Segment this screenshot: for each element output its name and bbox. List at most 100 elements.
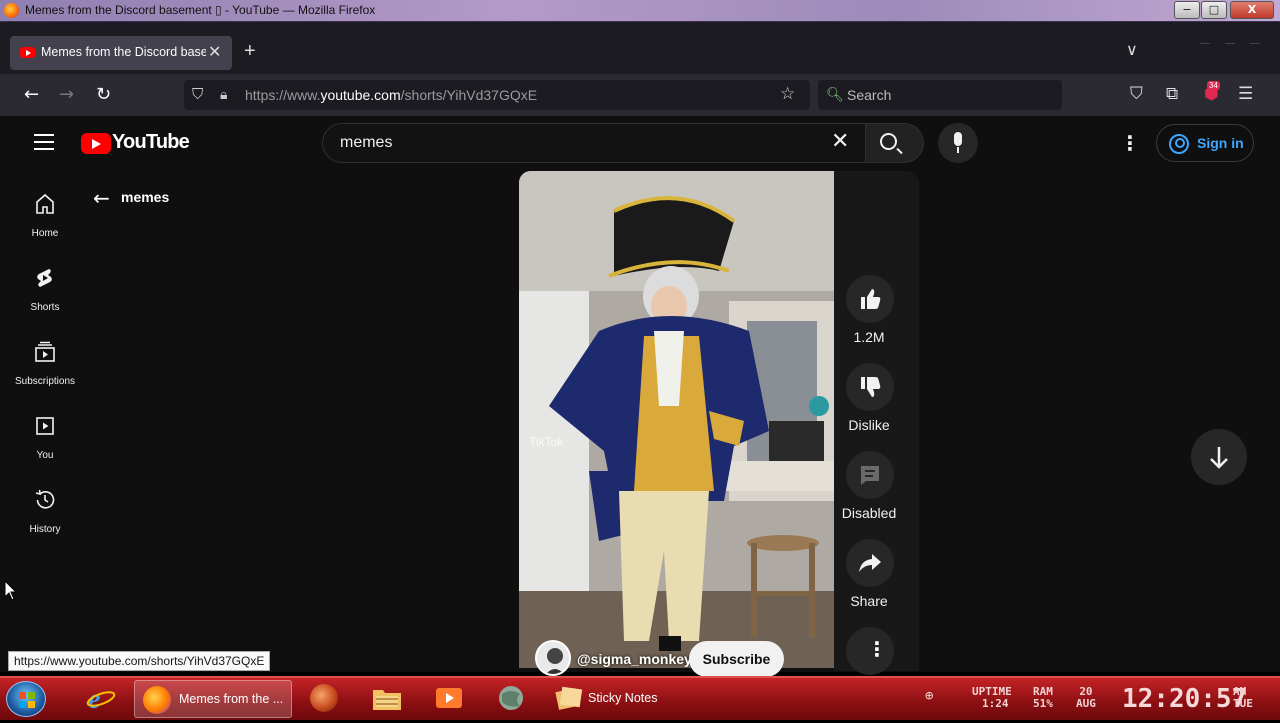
ram-value: 51% <box>1033 697 1053 710</box>
firefox-icon <box>4 3 19 18</box>
firefox-icon <box>143 686 171 714</box>
tab-close-icon[interactable]: ✕ <box>208 42 221 62</box>
shorts-video-player[interactable]: TikTok <box>519 171 834 668</box>
extension-badge: 34 <box>1207 81 1220 90</box>
youtube-logo-icon[interactable] <box>81 133 111 154</box>
guide-menu-icon[interactable] <box>34 134 54 150</box>
sidebar-item-home[interactable]: Home <box>0 182 90 252</box>
subscriptions-icon <box>33 340 57 364</box>
channel-avatar[interactable] <box>535 640 571 676</box>
tracking-shield-icon[interactable]: ⛉ <box>192 86 203 103</box>
url-text[interactable]: https://www.youtube.com/shorts/YihVd37GQ… <box>245 87 537 103</box>
window-titlebar[interactable]: Memes from the Discord basement ▯ - YouT… <box>0 0 1280 22</box>
search-button[interactable] <box>866 123 924 163</box>
clear-search-icon[interactable]: ✕ <box>831 129 849 154</box>
share-button[interactable] <box>846 539 894 587</box>
more-actions-button[interactable]: ⋮ <box>846 627 894 675</box>
account-icon <box>1169 134 1189 154</box>
pocket-icon[interactable]: ⛉ <box>1130 84 1143 104</box>
sidebar-item-label: History <box>29 524 61 535</box>
youtube-search-input[interactable]: memes ✕ <box>322 123 866 163</box>
tab-title: Memes from the Discord basem <box>41 45 206 59</box>
sign-in-label: Sign in <box>1197 135 1244 151</box>
address-bar[interactable]: ⛉ 🔒︎ https://www.youtube.com/shorts/YihV… <box>184 80 810 110</box>
channel-name[interactable]: @sigma_monkey <box>577 651 692 667</box>
ram-widget: RAM 51% <box>1033 686 1053 710</box>
video-player-icon[interactable] <box>434 684 464 712</box>
dislike-label: Dislike <box>848 417 890 433</box>
app-menu-icon[interactable]: ☰ <box>1238 84 1253 104</box>
bookmark-star-icon[interactable]: ☆ <box>780 84 795 104</box>
sidebar-item-label: Shorts <box>30 302 60 313</box>
sticky-notes-icon[interactable] <box>554 684 584 712</box>
sidebar-item-shorts[interactable]: Shorts <box>0 256 90 326</box>
new-tab-button[interactable]: + <box>244 40 256 63</box>
sidebar-item-history[interactable]: History <box>0 478 90 548</box>
maximize-button[interactable]: □ <box>1201 1 1227 19</box>
settings-kebab-icon[interactable]: ⋮ <box>1120 131 1140 156</box>
mouse-cursor-icon <box>4 580 18 601</box>
search-engine-icon: 🔍︎ <box>826 86 844 102</box>
url-domain: youtube.com <box>320 87 401 103</box>
comment-icon <box>861 466 879 485</box>
media-player-icon[interactable] <box>310 684 340 712</box>
video-frame: TikTok <box>519 171 834 668</box>
share-icon <box>859 554 881 572</box>
sidebar-item-label: Subscriptions <box>14 376 76 387</box>
sidebar-item-subscriptions[interactable]: Subscriptions <box>0 330 90 400</box>
network-globe-icon[interactable] <box>496 684 526 712</box>
sidebar-item-you[interactable]: You <box>0 404 90 474</box>
subscribe-button[interactable]: Subscribe <box>689 641 784 677</box>
close-button[interactable]: X <box>1230 1 1274 19</box>
lock-icon[interactable]: 🔒︎ <box>220 86 227 103</box>
forward-arrow-icon[interactable]: → <box>59 84 74 105</box>
back-arrow-icon[interactable]: ← <box>24 84 39 105</box>
tiktok-watermark: TikTok <box>529 435 564 449</box>
sidebar-item-label: You <box>36 450 54 461</box>
uptime-value: 1:24 <box>982 697 1009 710</box>
windows-logo-icon <box>19 692 35 708</box>
search-icon <box>880 133 897 150</box>
taskbar-item-firefox[interactable]: Memes from the ... <box>134 680 292 718</box>
minimize-button[interactable]: − <box>1174 1 1200 19</box>
clock-suffix: AM TUE <box>1233 686 1253 710</box>
clock[interactable]: 12:20:57 <box>1122 684 1247 714</box>
url-path: /shorts/YihVd37GQxE <box>400 87 538 103</box>
share-label: Share <box>850 593 888 609</box>
extensions-puzzle-icon[interactable]: ⧉ <box>1166 84 1178 104</box>
window-title: Memes from the Discord basement ▯ - YouT… <box>25 3 376 17</box>
taskbar-item-label: Sticky Notes <box>588 691 658 705</box>
youtube-logo-text[interactable]: YouTube <box>112 131 190 154</box>
comments-label: Disabled <box>841 505 897 521</box>
date-month: AUG <box>1076 697 1096 710</box>
search-placeholder: Search <box>847 87 892 103</box>
shorts-icon <box>33 266 57 290</box>
thumbs-up-icon <box>861 289 881 309</box>
back-to-search-label[interactable]: memes <box>121 189 169 205</box>
taskbar-item-label: Memes from the ... <box>179 692 284 706</box>
history-icon <box>33 488 57 512</box>
faint-dash-icon: — <box>1225 38 1235 49</box>
search-query-text: memes <box>340 134 393 151</box>
tab-youtube[interactable]: Memes from the Discord basem ✕ <box>10 36 232 70</box>
comments-button[interactable] <box>846 451 894 499</box>
next-short-button[interactable] <box>1191 429 1247 485</box>
start-button[interactable] <box>6 681 46 717</box>
youtube-favicon-icon <box>20 47 35 58</box>
like-button[interactable] <box>846 275 894 323</box>
arrow-down-icon <box>1210 447 1228 469</box>
you-icon <box>33 414 57 438</box>
more-vert-icon: ⋮ <box>867 639 887 661</box>
internet-explorer-icon[interactable]: e <box>86 684 116 715</box>
like-count: 1.2M <box>853 329 885 345</box>
reload-icon[interactable]: ↻ <box>96 84 111 105</box>
sign-in-button[interactable]: Sign in <box>1156 124 1254 162</box>
voice-search-button[interactable] <box>938 123 978 163</box>
status-bar-url: https://www.youtube.com/shorts/YihVd37GQ… <box>8 651 271 671</box>
list-all-tabs-button[interactable]: ∨ <box>1126 40 1138 60</box>
browser-search-field[interactable]: 🔍︎ Search <box>818 80 1062 110</box>
tray-expand-icon[interactable]: ⊕ <box>925 688 933 704</box>
back-to-search-icon[interactable]: ← <box>93 186 110 210</box>
dislike-button[interactable] <box>846 363 894 411</box>
file-explorer-icon[interactable] <box>372 684 402 712</box>
